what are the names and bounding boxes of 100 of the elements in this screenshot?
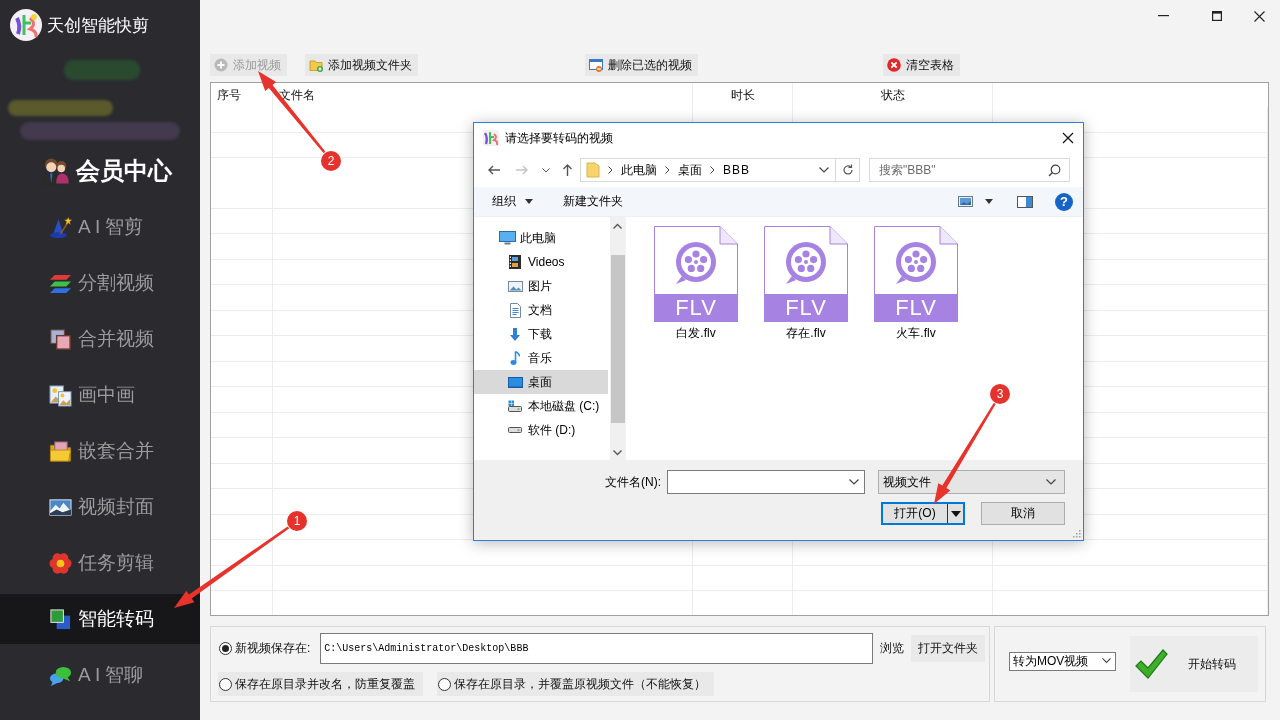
start-button[interactable]: 开始转码	[1130, 636, 1258, 692]
cancel-button[interactable]: 取消	[981, 502, 1065, 525]
chevron-right-icon	[710, 166, 715, 174]
nav-tree-item[interactable]: 文档	[474, 298, 608, 322]
nav-tree-item[interactable]: 下载	[474, 322, 608, 346]
nav-tree-item[interactable]: 本地磁盘 (C:)	[474, 394, 608, 418]
sidebar-item[interactable]: 会员中心	[0, 146, 200, 196]
close-icon	[1253, 10, 1265, 22]
logo-icon	[10, 9, 42, 41]
filename-label: 文件名(N):	[605, 473, 661, 491]
breadcrumb-item[interactable]: 此电脑	[621, 161, 657, 179]
document-icon	[509, 302, 521, 318]
resize-grip-icon	[1072, 529, 1081, 538]
sidebar-item[interactable]: A I 智聊	[0, 650, 200, 700]
step-number-marker: 1	[287, 511, 307, 531]
step-number-marker: 3	[990, 384, 1010, 404]
file-type-label: FLV	[654, 294, 738, 322]
file-name[interactable]: 存在.flv	[786, 325, 826, 342]
filename-field[interactable]	[667, 470, 865, 494]
nav-tree-item[interactable]: 音乐	[474, 346, 608, 370]
music-note-icon	[510, 351, 520, 365]
video-file-icon	[874, 226, 958, 294]
sidebar-item[interactable]: 合并视频	[0, 314, 200, 364]
window-remove-icon	[589, 58, 603, 72]
column-header: 状态	[793, 83, 993, 107]
video-file-icon	[654, 226, 738, 294]
sidebar-item[interactable]: 视频封面	[0, 482, 200, 532]
radio-option[interactable]: 保存在原目录并改名，防重复覆盖	[218, 672, 423, 696]
chevron-down-icon	[849, 479, 859, 485]
flower-icon	[49, 551, 72, 575]
address-bar[interactable]: 此电脑 桌面 BBB	[580, 158, 860, 182]
caret-down-icon	[950, 510, 961, 517]
sidebar-item[interactable]: 画中画	[0, 370, 200, 420]
nav-tree-item[interactable]: Videos	[474, 250, 608, 274]
search-field[interactable]: 搜索"BBB"	[869, 158, 1070, 182]
toolbar-button[interactable]: 删除已选的视频	[585, 54, 698, 76]
organize-menu[interactable]: 组织	[492, 189, 533, 214]
forward-arrow-icon	[514, 163, 530, 177]
breadcrumb-item[interactable]: 桌面	[678, 161, 702, 179]
nav-tree-item[interactable]: 桌面	[474, 370, 608, 394]
preview-pane-icon	[1017, 195, 1033, 208]
caret-down-icon	[985, 199, 993, 204]
sidebar-item[interactable]: A I 智剪	[0, 202, 200, 252]
chevron-right-icon	[608, 166, 613, 174]
image-icon	[507, 280, 523, 292]
maximize-icon	[1212, 11, 1222, 21]
nav-tree-item[interactable]: 此电脑	[474, 226, 608, 250]
output-path-field[interactable]: C:\Users\Administrator\Desktop\BBB	[320, 633, 873, 664]
checkmark-icon	[1134, 647, 1168, 681]
chevron-down-icon	[542, 167, 550, 173]
file-name[interactable]: 火车.flv	[896, 325, 936, 342]
chevron-down-icon	[1046, 479, 1056, 485]
format-select[interactable]: 转为MOV视频	[1009, 651, 1116, 671]
app-icon	[483, 130, 499, 146]
breadcrumb-item[interactable]: BBB	[723, 163, 750, 177]
video-file-icon	[764, 226, 848, 294]
step-number-marker: 2	[321, 151, 341, 171]
chevron-down-icon	[819, 167, 829, 173]
sidebar-item[interactable]: 智能转码	[0, 594, 200, 644]
refresh-icon	[841, 164, 854, 176]
toolbar-button[interactable]: 清空表格	[883, 54, 960, 76]
chevron-down-icon	[1102, 658, 1111, 664]
sidebar-item[interactable]: 分割视频	[0, 258, 200, 308]
film-icon	[509, 255, 521, 269]
file-name[interactable]: 白发.flv	[676, 325, 716, 342]
folder-icon	[586, 162, 600, 178]
close-icon	[1062, 132, 1074, 144]
stacked-frames-icon	[49, 327, 72, 351]
new-folder-button[interactable]: 新建文件夹	[563, 189, 623, 214]
column-header: 时长	[693, 83, 793, 107]
help-button[interactable]: ?	[1055, 192, 1073, 211]
file-type-label: FLV	[874, 294, 958, 322]
drive-icon	[508, 400, 522, 412]
scroll-up-icon	[613, 223, 622, 229]
sidebar-item[interactable]: 任务剪辑	[0, 538, 200, 588]
file-type-select[interactable]: 视频文件	[878, 470, 1065, 494]
scrollbar-thumb[interactable]	[610, 255, 625, 423]
sidebar-item[interactable]: 嵌套合并	[0, 426, 200, 476]
scroll-down-icon	[613, 450, 622, 456]
browse-button[interactable]: 浏览	[877, 635, 907, 662]
nav-tree-item[interactable]: 图片	[474, 274, 608, 298]
open-button[interactable]: 打开(O)	[881, 502, 965, 525]
plus-circle-icon	[214, 58, 228, 72]
nav-tree-item[interactable]: 软件 (D:)	[474, 418, 608, 442]
x-circle-icon	[887, 58, 901, 72]
open-folder-button[interactable]: 打开文件夹	[911, 635, 985, 662]
pictures-icon	[49, 383, 72, 407]
drive-icon	[508, 427, 522, 433]
download-icon	[510, 327, 520, 341]
people-icon	[40, 156, 70, 186]
monitor-icon	[498, 231, 516, 245]
caret-down-icon	[525, 199, 533, 204]
file-type-label: FLV	[764, 294, 848, 322]
view-icon	[958, 196, 973, 207]
chevron-right-icon	[665, 166, 670, 174]
radio-option[interactable]: 保存在原目录，并覆盖原视频文件（不能恢复）	[437, 672, 714, 696]
desktop-icon	[507, 376, 523, 388]
dialog-title: 请选择要转码的视频	[505, 129, 614, 147]
radio-option[interactable]: 新视频保存在:	[218, 636, 317, 661]
toolbar-button[interactable]: 添加视频文件夹	[305, 54, 418, 76]
